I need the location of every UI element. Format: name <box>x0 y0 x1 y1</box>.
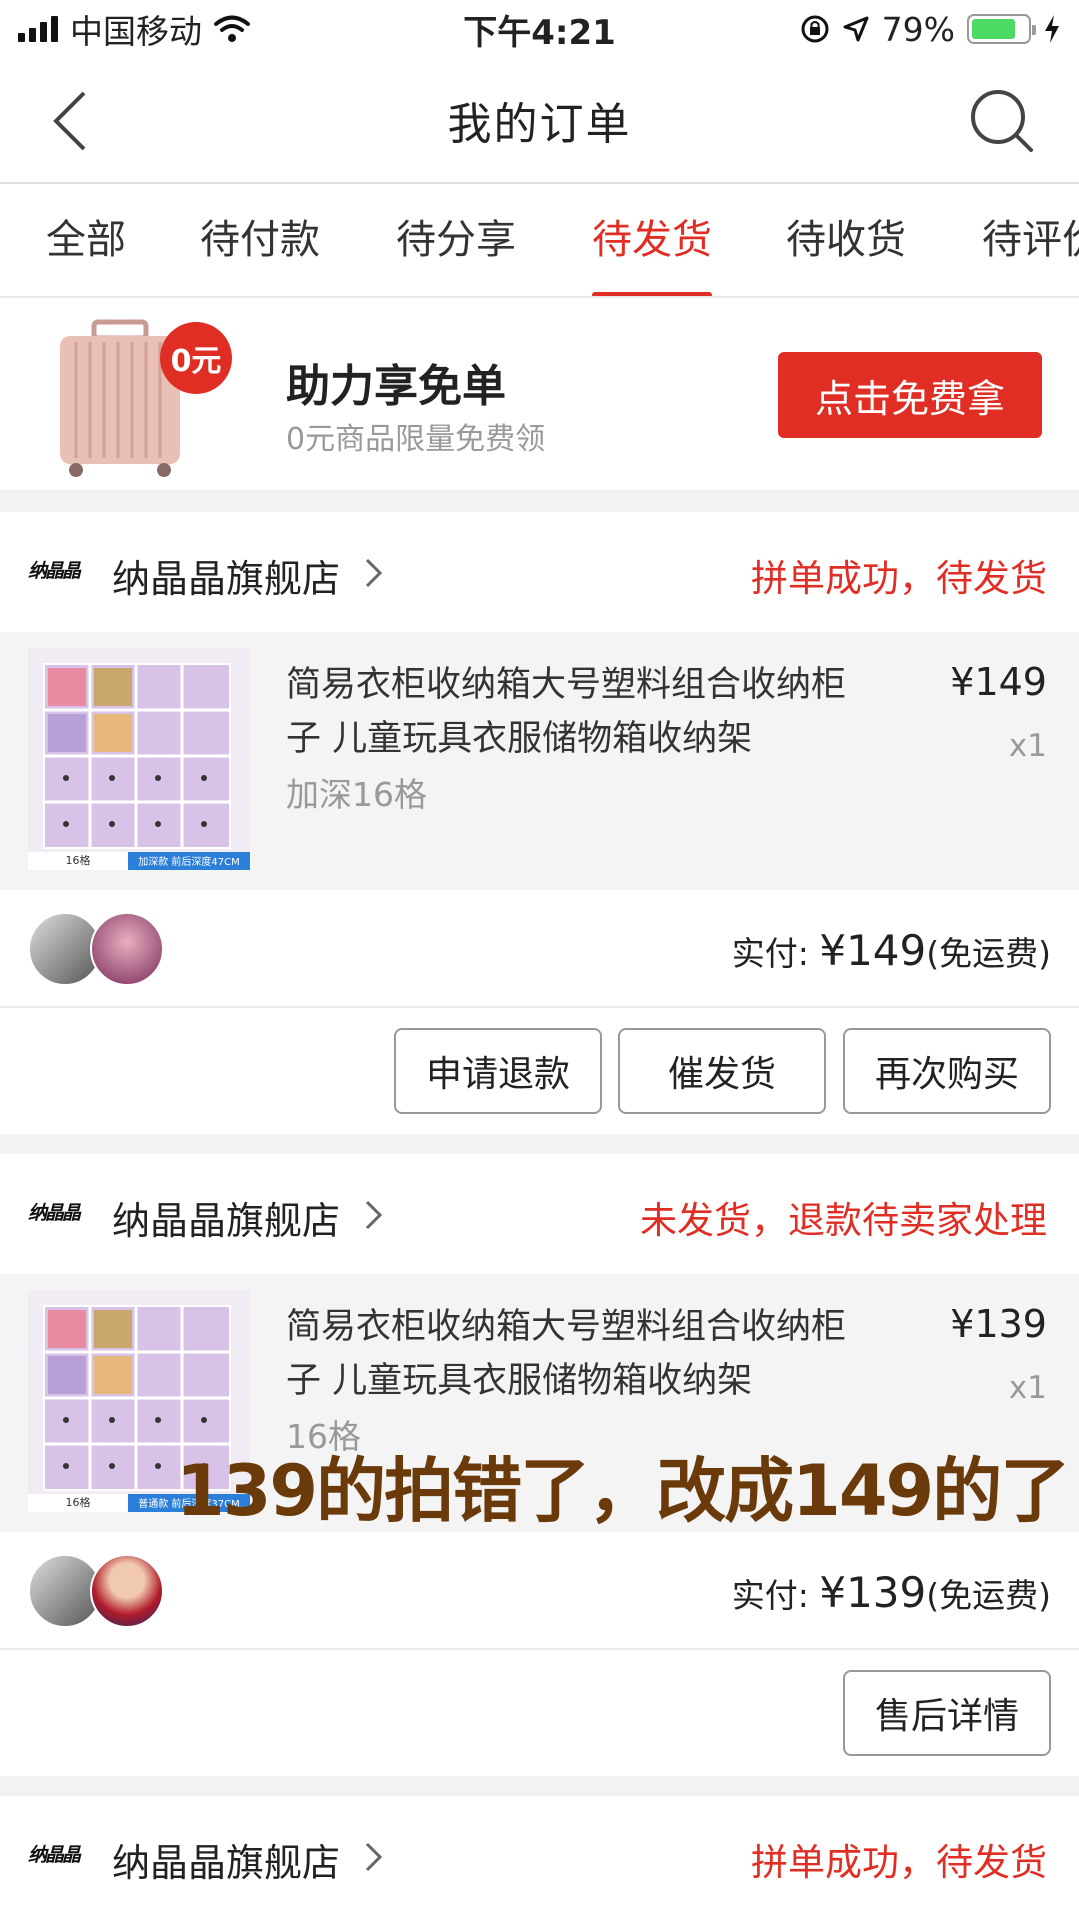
order-item[interactable]: 16格 加深款 前后深度47CM 简易衣柜收纳箱大号塑料组合收纳柜子 儿童玩具衣… <box>0 632 1079 890</box>
order-tabs: 全部 待付款 待分享 待发货 待收货 待评价 <box>0 184 1079 298</box>
promo-subtitle: 0元商品限量免费领 <box>286 422 546 457</box>
nav-bar: 我的订单 <box>0 58 1079 184</box>
order-card: 纳晶晶 纳晶晶旗舰店 拼单成功，待发货 16格 加深款 前后深度47CM 简易衣… <box>0 512 1079 1134</box>
tab-pending-review[interactable]: 待评价 <box>982 184 1079 296</box>
paid-amount: 实付: ¥139(免运费) <box>731 1568 1051 1617</box>
get-free-button[interactable]: 点击免费拿 <box>778 352 1042 438</box>
tab-pending-payment[interactable]: 待付款 <box>200 184 320 296</box>
status-right: 79% <box>800 10 1061 49</box>
back-chevron-icon <box>53 91 86 151</box>
product-quantity: x1 <box>1008 1370 1047 1406</box>
order-card: 纳晶晶 纳晶晶旗舰店 拼单成功，待发货 <box>0 1796 1079 1920</box>
zero-yuan-badge: 0元 <box>160 322 232 394</box>
status-left: 中国移动 <box>18 5 250 53</box>
chevron-right-icon <box>365 558 383 588</box>
chevron-right-icon <box>365 1842 383 1872</box>
status-bar: 中国移动 下午4:21 79% <box>0 0 1079 58</box>
wardrobe-image <box>28 648 250 870</box>
charging-icon <box>1045 15 1059 43</box>
product-spec: 加深16格 <box>286 775 427 814</box>
product-price: ¥149 <box>950 660 1047 704</box>
shop-logo: 纳晶晶 <box>28 1844 81 1866</box>
shop-header[interactable]: 纳晶晶 纳晶晶旗舰店 未发货，退款待卖家处理 <box>0 1154 1079 1274</box>
product-title: 简易衣柜收纳箱大号塑料组合收纳柜子 儿童玩具衣服储物箱收纳架 <box>286 665 847 759</box>
paid-amount: 实付: ¥149(免运费) <box>731 926 1051 975</box>
promo-title: 助力享免单 <box>286 361 506 412</box>
action-row: 售后详情 <box>0 1650 1079 1776</box>
after-sales-details-button[interactable]: 售后详情 <box>843 1670 1051 1756</box>
product-title: 简易衣柜收纳箱大号塑料组合收纳柜子 儿童玩具衣服储物箱收纳架 <box>286 1307 847 1401</box>
order-status: 拼单成功，待发货 <box>751 557 1047 600</box>
shop-name[interactable]: 纳晶晶旗舰店 <box>112 548 340 603</box>
request-refund-button[interactable]: 申请退款 <box>394 1028 602 1114</box>
page-title: 我的订单 <box>447 99 632 150</box>
tab-pending-shipment[interactable]: 待发货 <box>592 184 712 296</box>
shop-header[interactable]: 纳晶晶 纳晶晶旗舰店 拼单成功，待发货 <box>0 1796 1079 1916</box>
battery-icon <box>967 14 1036 44</box>
shop-logo: 纳晶晶 <box>28 1202 81 1224</box>
search-icon <box>971 90 1033 152</box>
shop-name[interactable]: 纳晶晶旗舰店 <box>112 1832 340 1887</box>
product-price: ¥139 <box>950 1302 1047 1346</box>
rotation-lock-icon <box>801 15 829 43</box>
urge-shipment-button[interactable]: 催发货 <box>618 1028 826 1114</box>
action-row: 申请退款 催发货 再次购买 <box>0 1008 1079 1134</box>
product-quantity: x1 <box>1008 728 1047 764</box>
tab-pending-receipt[interactable]: 待收货 <box>786 184 906 296</box>
thumb-caption-right: 加深款 前后深度47CM <box>138 857 240 868</box>
annotation-overlay: 139的拍错了，改成149的了 <box>176 1450 1070 1532</box>
avatar[interactable] <box>90 1554 164 1628</box>
wifi-icon <box>214 15 250 42</box>
signal-icon <box>18 16 58 42</box>
location-icon <box>843 16 869 42</box>
thumb-caption-left: 16格 <box>65 1496 91 1509</box>
order-status: 未发货，退款待卖家处理 <box>640 1199 1047 1242</box>
chevron-right-icon <box>365 1200 383 1230</box>
product-thumbnail: 16格 加深款 前后深度47CM <box>28 648 250 870</box>
tab-pending-share[interactable]: 待分享 <box>396 184 516 296</box>
shop-logo: 纳晶晶 <box>28 560 81 582</box>
search-button[interactable] <box>965 88 1039 154</box>
promo-banner[interactable]: 0元 助力享免单 0元商品限量免费领 点击免费拿 <box>0 298 1079 490</box>
payment-row: 实付: ¥139(免运费) <box>0 1532 1079 1650</box>
avatar[interactable] <box>90 912 164 986</box>
shop-header[interactable]: 纳晶晶 纳晶晶旗舰店 拼单成功，待发货 <box>0 512 1079 632</box>
battery-percent: 79% <box>881 9 955 49</box>
buy-again-button[interactable]: 再次购买 <box>843 1028 1051 1114</box>
tab-all[interactable]: 全部 <box>46 184 126 296</box>
payment-row: 实付: ¥149(免运费) <box>0 890 1079 1008</box>
thumb-caption-left: 16格 <box>65 854 91 867</box>
shop-name[interactable]: 纳晶晶旗舰店 <box>112 1190 340 1245</box>
carrier-label: 中国移动 <box>70 12 202 51</box>
order-status: 拼单成功，待发货 <box>751 1841 1047 1884</box>
back-button[interactable] <box>40 88 100 154</box>
